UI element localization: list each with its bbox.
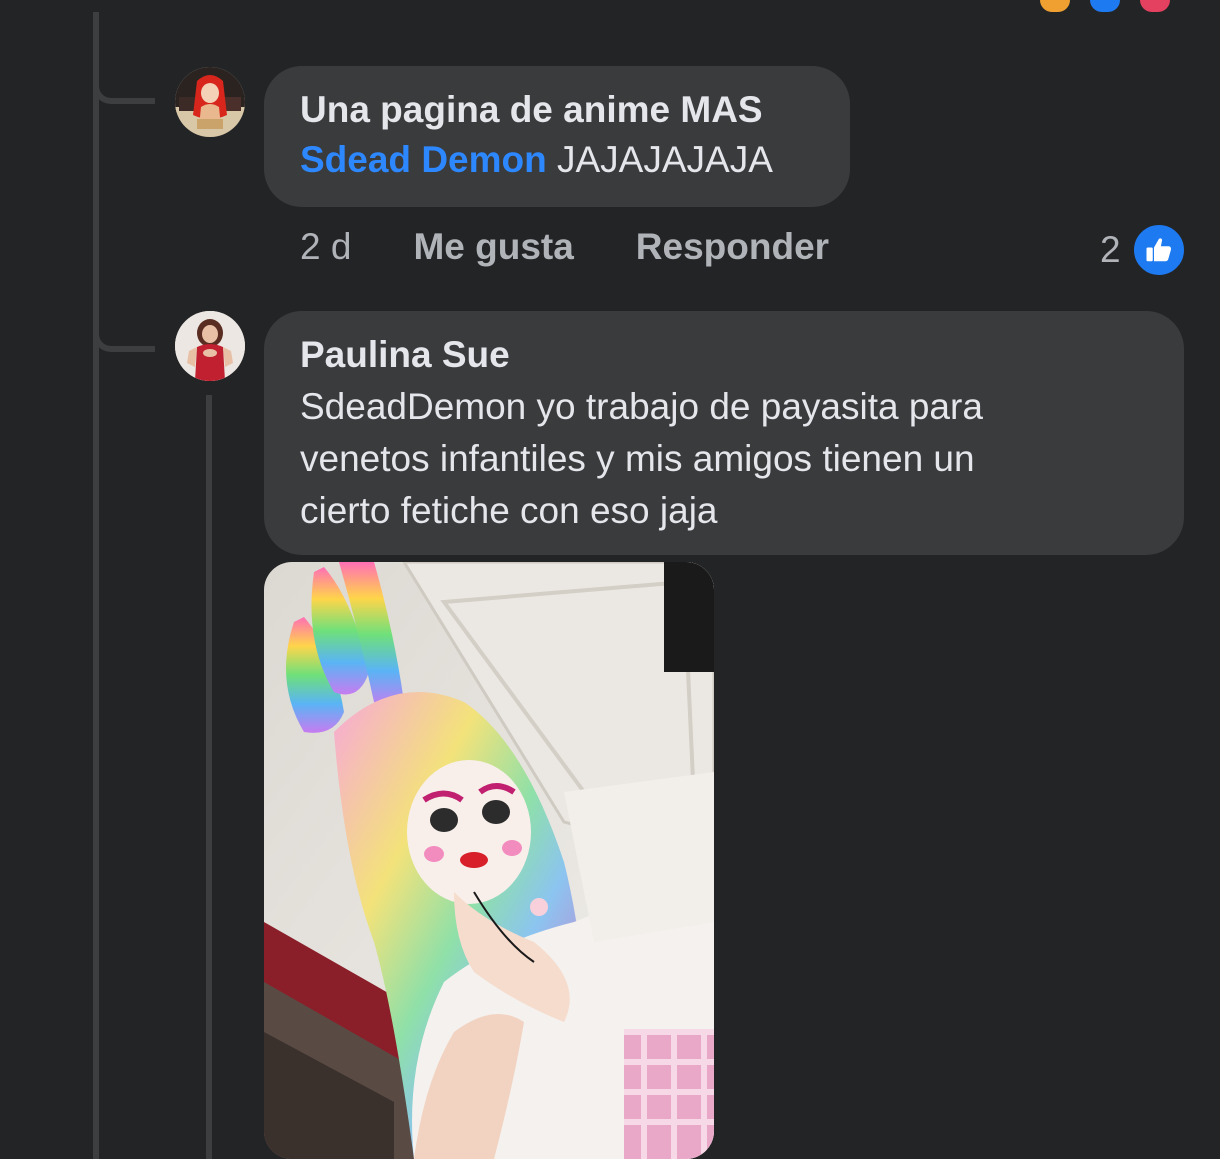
comment-author[interactable]: Una pagina de anime MAS <box>300 88 814 132</box>
comment-text: Sdead Demon JAJAJAJAJA <box>300 134 814 186</box>
reaction-icon <box>1140 0 1170 12</box>
reply-button[interactable]: Responder <box>636 226 829 268</box>
thread-line <box>93 12 99 1159</box>
comment-body: JAJAJAJAJA <box>557 139 773 181</box>
comment-bubble: Una pagina de anime MAS Sdead Demon JAJA… <box>264 66 850 207</box>
comment-line: SdeadDemon yo trabajo de payasita para <box>300 386 983 428</box>
top-reaction-icons <box>1040 0 1170 12</box>
thread-connector <box>93 74 155 104</box>
thumbs-up-icon <box>1130 222 1187 278</box>
anime-page-avatar[interactable] <box>175 67 245 137</box>
reaction-count: 2 <box>1100 229 1121 270</box>
like-button[interactable]: Me gusta <box>413 226 573 268</box>
comment-actions: 2 d Me gusta Responder <box>300 226 829 268</box>
comment-thread: Una pagina de anime MAS Sdead Demon JAJA… <box>0 0 1220 1159</box>
thread-connector <box>93 322 155 352</box>
reaction-icon <box>1090 0 1120 12</box>
reply-thread-line <box>206 395 212 1159</box>
mention-link[interactable]: Sdead Demon <box>300 139 547 180</box>
comment-bubble: Paulina Sue SdeadDemon yo trabajo de pay… <box>264 311 1184 555</box>
reaction-icon <box>1040 0 1070 12</box>
comment-line: venetos infantiles y mis amigos tienen u… <box>300 438 975 480</box>
comment-line: cierto fetiche con eso jaja <box>300 490 718 532</box>
reaction-summary[interactable]: 2 <box>1100 222 1187 278</box>
comment-author[interactable]: Paulina Sue <box>300 333 1148 377</box>
comment-text: SdeadDemon yo trabajo de payasita para v… <box>300 381 1148 537</box>
user-avatar[interactable] <box>175 311 245 381</box>
clown-costume-selfie-photo[interactable] <box>264 562 714 1159</box>
comment-timestamp[interactable]: 2 d <box>300 226 351 268</box>
